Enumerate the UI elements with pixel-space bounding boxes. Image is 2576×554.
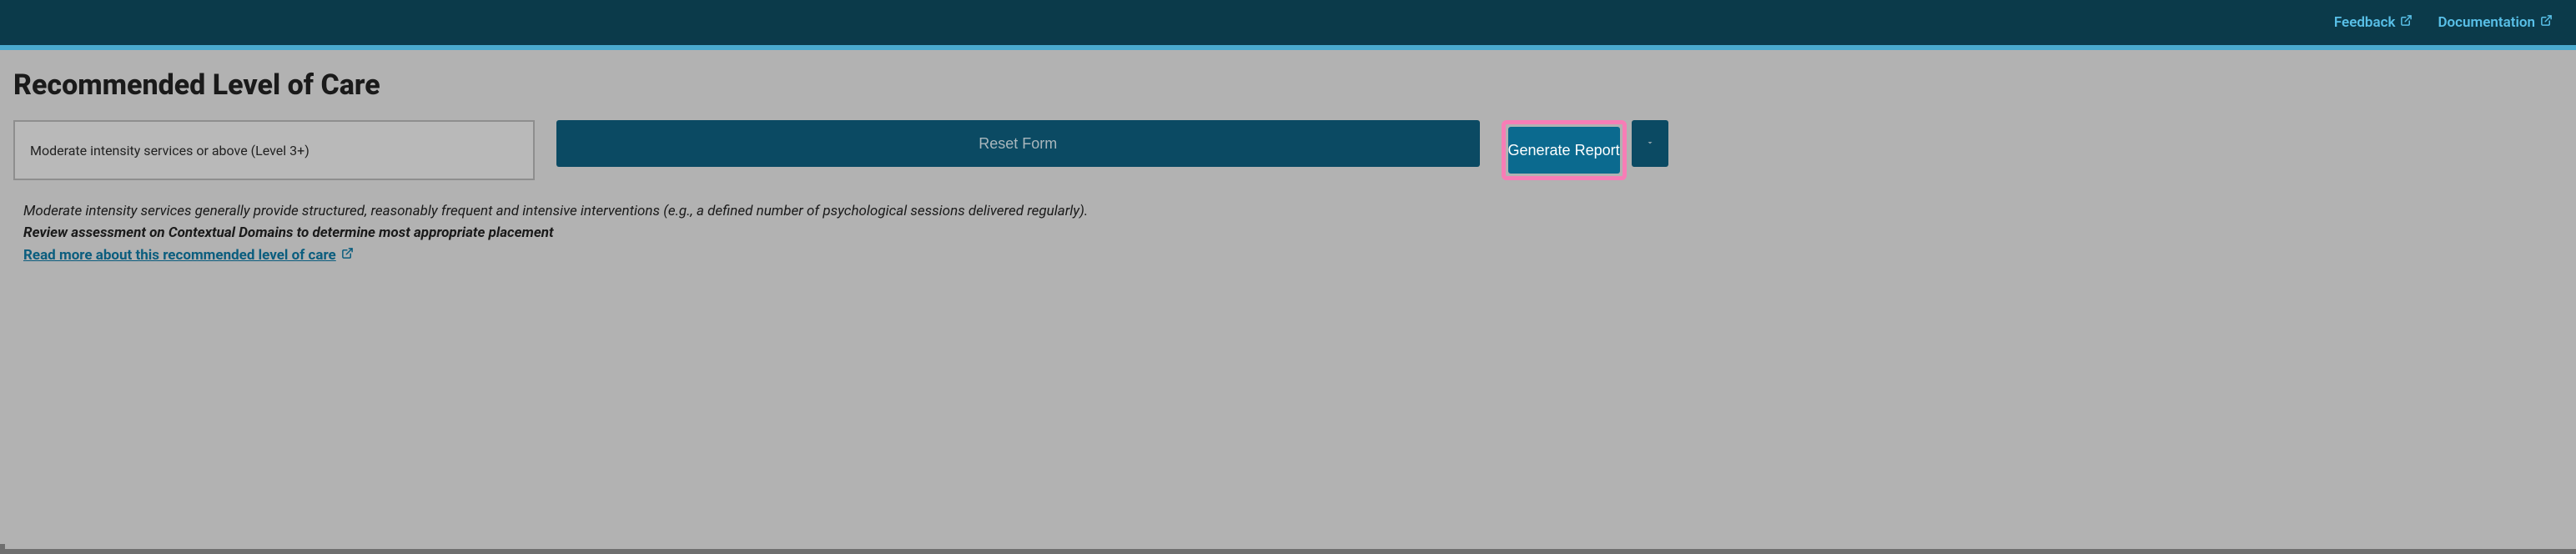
read-more-label: Read more about this recommended level o…: [23, 244, 336, 266]
left-shadow: [0, 544, 5, 554]
external-link-icon: [341, 244, 354, 266]
description-block: Moderate intensity services generally pr…: [13, 200, 2563, 266]
description-line-2: Review assessment on Contextual Domains …: [23, 222, 2553, 244]
feedback-link[interactable]: Feedback: [2334, 14, 2413, 31]
result-text: Moderate intensity services or above (Le…: [30, 143, 309, 159]
topbar: Feedback Documentation: [0, 0, 2576, 45]
documentation-label: Documentation: [2438, 14, 2535, 31]
generate-report-group: Generate Report: [1502, 120, 2563, 180]
caret-down-icon: [1645, 138, 1655, 150]
controls-row: Moderate intensity services or above (Le…: [13, 120, 2563, 180]
external-link-icon: [2400, 14, 2412, 31]
documentation-link[interactable]: Documentation: [2438, 14, 2553, 31]
bottom-shadow: [0, 549, 2576, 554]
result-box: Moderate intensity services or above (Le…: [13, 120, 535, 180]
description-line-1: Moderate intensity services generally pr…: [23, 200, 2553, 222]
content-area: Recommended Level of Care Moderate inten…: [0, 50, 2576, 285]
highlight-ring: Generate Report: [1502, 120, 1627, 180]
external-link-icon: [2540, 14, 2553, 31]
generate-report-button[interactable]: Generate Report: [1508, 127, 1620, 174]
page-title: Recommended Level of Care: [13, 68, 2563, 102]
read-more-link[interactable]: Read more about this recommended level o…: [23, 244, 354, 266]
feedback-label: Feedback: [2334, 14, 2396, 31]
reset-label: Reset Form: [979, 135, 1057, 153]
reset-form-button[interactable]: Reset Form: [556, 120, 1480, 167]
generate-report-dropdown-button[interactable]: [1632, 120, 1668, 167]
generate-label: Generate Report: [1508, 142, 1620, 159]
